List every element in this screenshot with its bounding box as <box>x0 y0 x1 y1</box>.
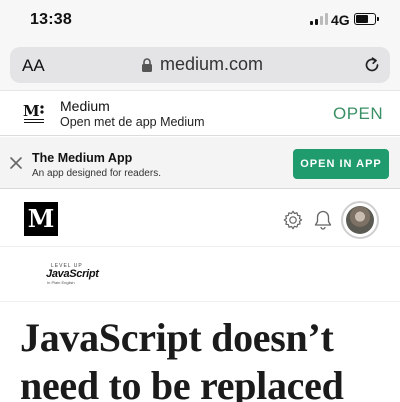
status-time: 13:38 <box>30 11 72 28</box>
profile-avatar-button[interactable] <box>341 201 379 239</box>
publication-name[interactable]: JavaScript <box>46 268 99 280</box>
article-title: JavaScript doesn’t need to be replaced <box>20 315 344 402</box>
publication-subtitle: In Plain English <box>47 280 75 285</box>
url-text[interactable]: medium.com <box>160 54 263 75</box>
medium-app-icon: M <box>22 100 46 126</box>
promo-subtitle: An app designed for readers. <box>32 168 161 179</box>
browser-toolbar: AA medium.com <box>0 44 400 90</box>
promo-title: The Medium App <box>32 151 133 165</box>
battery-icon <box>354 13 379 25</box>
signal-strength-icon <box>310 13 328 25</box>
open-in-app-button[interactable]: OPEN IN APP <box>293 149 389 179</box>
svg-text:M: M <box>23 102 40 120</box>
medium-logo[interactable]: M <box>24 202 58 236</box>
divider <box>0 301 400 302</box>
close-icon[interactable] <box>9 156 23 170</box>
reload-icon[interactable] <box>362 55 382 75</box>
app-name: Medium <box>60 98 110 114</box>
status-bar: 13:38 4G <box>0 0 400 44</box>
address-bar[interactable]: AA medium.com <box>10 47 390 83</box>
site-header: M <box>0 189 400 247</box>
smart-app-banner: M Medium Open met de app Medium OPEN <box>0 90 400 136</box>
bell-icon[interactable] <box>314 209 332 231</box>
avatar <box>346 206 374 234</box>
gear-icon[interactable] <box>282 209 304 231</box>
open-app-link[interactable]: OPEN <box>333 104 383 124</box>
app-description: Open met de app Medium <box>60 115 205 129</box>
text-size-button[interactable]: AA <box>22 56 45 76</box>
medium-app-promo: The Medium App An app designed for reade… <box>0 137 400 189</box>
lock-icon <box>142 58 152 72</box>
network-type: 4G <box>331 12 350 28</box>
